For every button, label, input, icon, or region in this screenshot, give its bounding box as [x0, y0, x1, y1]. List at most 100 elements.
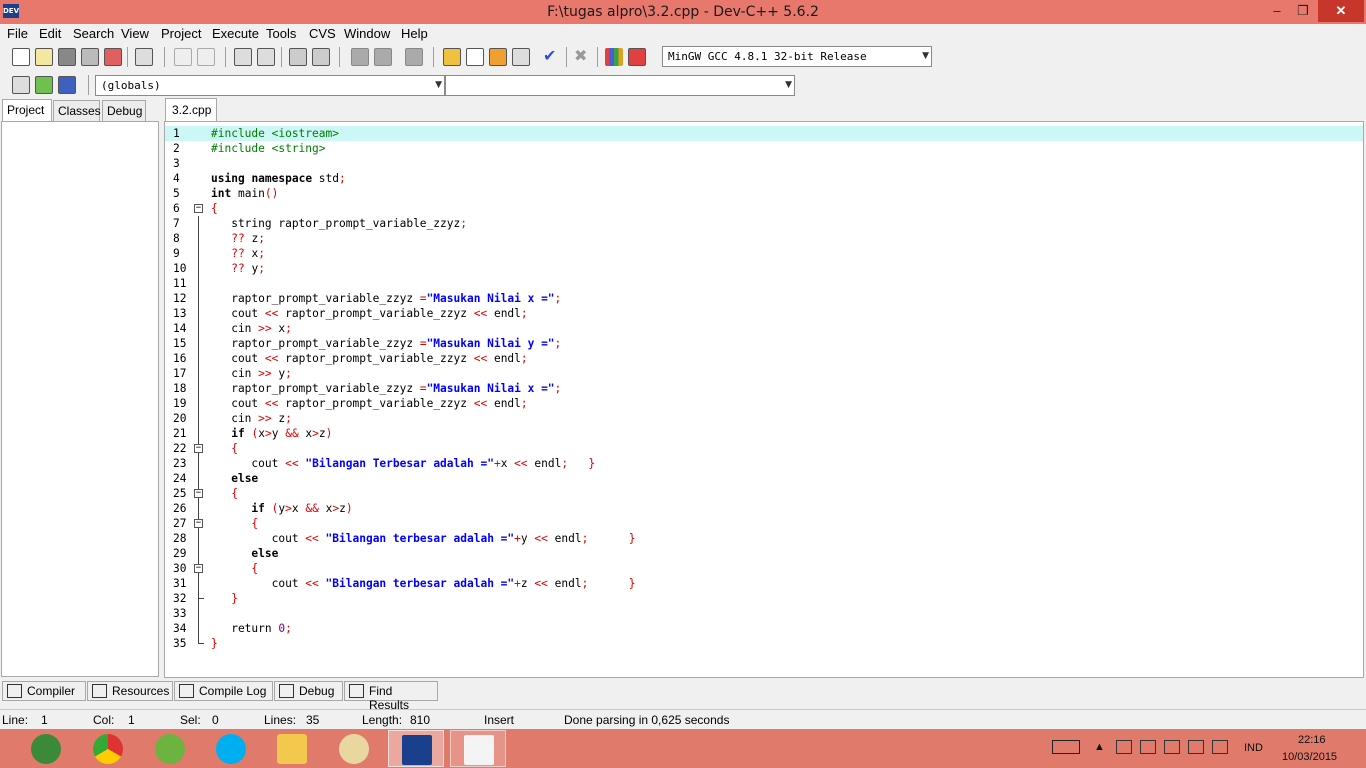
code-line[interactable]: 18 raptor_prompt_variable_zzyz ="Masukan… — [165, 381, 1363, 396]
code-line[interactable]: 4 using namespace std; — [165, 171, 1363, 186]
code-line[interactable]: 32 } — [165, 591, 1363, 606]
menu-execute[interactable]: Execute — [212, 26, 259, 41]
menu-tools[interactable]: Tools — [266, 26, 296, 41]
taskbar-paint[interactable] — [326, 730, 382, 767]
taskbar-raptor[interactable] — [450, 730, 506, 767]
project-new-icon[interactable] — [12, 76, 30, 94]
taskbar-explorer[interactable] — [264, 730, 320, 767]
code-line[interactable]: 19 cout << raptor_prompt_variable_zzyz <… — [165, 396, 1363, 411]
code-line[interactable]: 8 ?? z; — [165, 231, 1363, 246]
bookmark-icon[interactable] — [405, 48, 423, 66]
code-line[interactable]: 24 else — [165, 471, 1363, 486]
indent-icon[interactable] — [289, 48, 307, 66]
tab-debug[interactable]: Debug — [102, 100, 146, 122]
profile-icon[interactable] — [605, 48, 623, 66]
menu-edit[interactable]: Edit — [39, 26, 61, 41]
tab-project[interactable]: Project — [2, 99, 52, 123]
open-file-icon[interactable] — [35, 48, 53, 66]
rebuild-icon[interactable] — [512, 48, 530, 66]
code-line[interactable]: 26 if (y>x && x>z) — [165, 501, 1363, 516]
close-button[interactable]: ✕ — [1318, 0, 1364, 22]
fold-minus-icon[interactable]: − — [194, 204, 203, 213]
code-line[interactable]: 25− { — [165, 486, 1363, 501]
taskbar-chrome[interactable] — [80, 730, 136, 767]
unindent-icon[interactable] — [312, 48, 330, 66]
tab-classes[interactable]: Classes — [53, 100, 101, 122]
syntax-check-icon[interactable]: ✔ — [543, 48, 561, 66]
taskbar-ie[interactable] — [18, 730, 74, 767]
code-line[interactable]: 34 return 0; — [165, 621, 1363, 636]
code-line[interactable]: 23 cout << "Bilangan Terbesar adalah ="+… — [165, 456, 1363, 471]
undo-icon[interactable] — [174, 48, 192, 66]
compile-icon[interactable] — [443, 48, 461, 66]
battery-icon[interactable] — [1164, 740, 1180, 754]
code-line[interactable]: 16 cout << raptor_prompt_variable_zzyz <… — [165, 351, 1363, 366]
code-line[interactable]: 15 raptor_prompt_variable_zzyz ="Masukan… — [165, 336, 1363, 351]
code-line[interactable]: 27− { — [165, 516, 1363, 531]
back-icon[interactable] — [351, 48, 369, 66]
tab-find-results[interactable]: Find Results — [344, 681, 438, 712]
code-line[interactable]: 33 — [165, 606, 1363, 621]
tab-debug-bottom[interactable]: Debug — [274, 681, 343, 701]
tab-compile-log[interactable]: Compile Log — [174, 681, 273, 701]
code-line[interactable]: 30− { — [165, 561, 1363, 576]
code-line[interactable]: 21 if (x>y && x>z) — [165, 426, 1363, 441]
code-line[interactable]: 11 — [165, 276, 1363, 291]
project-add-icon[interactable] — [35, 76, 53, 94]
taskbar-utorrent[interactable] — [142, 730, 198, 767]
code-line[interactable]: 29 else — [165, 546, 1363, 561]
tab-3-2-cpp[interactable]: 3.2.cpp — [165, 98, 217, 122]
code-editor[interactable]: 1 #include <iostream> 2 #include <string> 3 4… — [164, 121, 1364, 678]
taskbar-skype[interactable] — [203, 730, 259, 767]
clock-date[interactable]: 10/03/2015 — [1282, 751, 1337, 763]
save-icon[interactable] — [58, 48, 76, 66]
menu-search[interactable]: Search — [73, 26, 114, 41]
project-browser[interactable] — [1, 121, 159, 677]
code-line[interactable]: 7 string raptor_prompt_variable_zzyz; — [165, 216, 1363, 231]
save-all-icon[interactable] — [81, 48, 99, 66]
code-line[interactable]: 1 #include <iostream> — [165, 126, 1363, 141]
fold-minus-icon[interactable]: − — [194, 519, 203, 528]
compile-run-icon[interactable] — [489, 48, 507, 66]
new-file-icon[interactable] — [12, 48, 30, 66]
code-line[interactable]: 2 #include <string> — [165, 141, 1363, 156]
code-line[interactable]: 12 raptor_prompt_variable_zzyz ="Masukan… — [165, 291, 1363, 306]
menu-cvs[interactable]: CVS — [309, 26, 336, 41]
find-icon[interactable] — [234, 48, 252, 66]
code-line[interactable]: 35} — [165, 636, 1363, 651]
code-line[interactable]: 10 ?? y; — [165, 261, 1363, 276]
code-line[interactable]: 14 cin >> x; — [165, 321, 1363, 336]
signal-icon[interactable] — [1188, 740, 1204, 754]
tab-resources[interactable]: Resources — [87, 681, 173, 701]
menu-view[interactable]: View — [121, 26, 149, 41]
stop-icon[interactable]: ✖ — [574, 48, 592, 66]
show-hidden-icons-icon[interactable]: ▲ — [1094, 741, 1105, 753]
minimize-button[interactable]: ‒ — [1264, 0, 1290, 22]
fold-minus-icon[interactable]: − — [194, 564, 203, 573]
code-line[interactable]: 5 int main() — [165, 186, 1363, 201]
project-options-icon[interactable] — [58, 76, 76, 94]
run-icon[interactable] — [466, 48, 484, 66]
taskbar-devcpp[interactable] — [388, 730, 444, 767]
redo-icon[interactable] — [197, 48, 215, 66]
code-line[interactable]: 13 cout << raptor_prompt_variable_zzyz <… — [165, 306, 1363, 321]
code-line[interactable]: 3 — [165, 156, 1363, 171]
code-line[interactable]: 9 ?? x; — [165, 246, 1363, 261]
code-line[interactable]: 22− { — [165, 441, 1363, 456]
fold-minus-icon[interactable]: − — [194, 489, 203, 498]
code-line[interactable]: 28 cout << "Bilangan terbesar adalah ="+… — [165, 531, 1363, 546]
close-file-icon[interactable] — [104, 48, 122, 66]
code-line[interactable]: 17 cin >> y; — [165, 366, 1363, 381]
code-line[interactable]: 6 −{ — [165, 201, 1363, 216]
sync-icon[interactable] — [1140, 740, 1156, 754]
delete-profile-icon[interactable] — [628, 48, 646, 66]
language-indicator[interactable]: IND — [1244, 742, 1263, 754]
action-center-icon[interactable] — [1116, 740, 1132, 754]
clock-time[interactable]: 22:16 — [1298, 734, 1326, 746]
menu-window[interactable]: Window — [344, 26, 390, 41]
keyboard-icon[interactable] — [1052, 740, 1080, 754]
replace-icon[interactable] — [257, 48, 275, 66]
menu-file[interactable]: File — [7, 26, 28, 41]
maximize-button[interactable]: ❐ — [1290, 0, 1316, 22]
menu-project[interactable]: Project — [161, 26, 201, 41]
